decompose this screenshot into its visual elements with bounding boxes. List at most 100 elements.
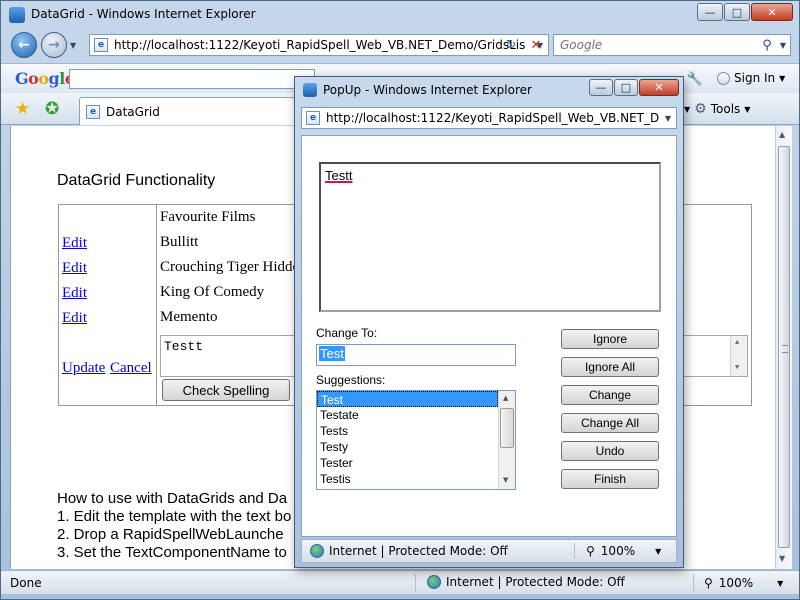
back-arrow-icon[interactable]: ← [11, 32, 37, 58]
zoom-dropdown-icon[interactable]: ▼ [777, 579, 783, 588]
page-menu-dropdown-icon[interactable]: ▼ [684, 105, 690, 114]
popup-minimize-button[interactable]: — [589, 79, 613, 96]
misspelled-word: Testt [325, 168, 353, 183]
ignore-all-button[interactable]: Ignore All [561, 357, 659, 377]
howto-line: 3. Set the TextComponentName to [57, 544, 287, 561]
recent-pages-dropdown-icon[interactable]: ▼ [70, 41, 76, 50]
suggestion-item[interactable]: Test [317, 391, 498, 407]
tab-label: DataGrid [106, 104, 160, 119]
zoom-control[interactable]: ⚲ 100% ▼ [704, 576, 783, 590]
howto-line: How to use with DataGrids and Da [57, 490, 288, 507]
ie-app-icon [303, 83, 317, 97]
status-bar: Done Internet | Protected Mode: Off ⚲ 10… [1, 570, 799, 594]
check-spelling-button[interactable]: Check Spelling [162, 379, 290, 401]
tools-dropdown-icon: ▼ [744, 104, 751, 114]
favorites-star-icon[interactable]: ★ [15, 99, 30, 119]
suggestion-item[interactable]: Tester [317, 455, 498, 471]
close-button[interactable]: ✕ [751, 3, 793, 21]
change-to-input[interactable]: Test [316, 344, 516, 366]
suggestions-list[interactable]: Test Testate Tests Testy Tester Testis ▲… [316, 390, 516, 490]
suggestion-item[interactable]: Testate [317, 407, 498, 423]
popup-titlebar[interactable]: PopUp - Windows Internet Explorer — □ ✕ [295, 77, 683, 103]
scroll-up-icon[interactable]: ▲ [735, 339, 739, 347]
finish-button[interactable]: Finish [561, 469, 659, 489]
popup-address-url[interactable]: http://localhost:1122/Keyoti_RapidSpell_… [326, 111, 660, 125]
ie-app-icon [9, 7, 25, 23]
minimize-button[interactable]: — [697, 3, 723, 21]
sign-in-dropdown-icon[interactable]: ▼ [779, 74, 785, 83]
film-edit-value: Testt [164, 339, 204, 354]
popup-address-field[interactable]: e http://localhost:1122/Keyoti_RapidSpel… [301, 107, 677, 129]
popup-security-zone[interactable]: Internet | Protected Mode: Off [310, 544, 508, 558]
textarea-scrollbar[interactable]: ▲ ▼ [730, 336, 747, 376]
address-field[interactable]: e http://localhost:1122/Keyoti_RapidSpel… [89, 34, 549, 56]
main-titlebar[interactable]: DataGrid - Windows Internet Explorer — □… [1, 1, 799, 29]
zoom-label: 100% [718, 576, 754, 590]
grid-cell-film: Bullitt [160, 234, 199, 250]
popup-maximize-button[interactable]: □ [614, 79, 638, 96]
popup-address-dropdown-icon[interactable]: ▼ [660, 114, 676, 123]
grid-column-divider [156, 205, 157, 405]
address-toolbar: ← → ▼ e http://localhost:1122/Keyoti_Rap… [1, 29, 799, 63]
add-favorite-icon[interactable]: ✪ [45, 99, 59, 119]
spellcheck-popup-window: PopUp - Windows Internet Explorer — □ ✕ … [294, 76, 684, 568]
change-to-label: Change To: [316, 326, 378, 340]
scrollbar-thumb[interactable] [500, 408, 514, 448]
popup-zoom-control[interactable]: ⚲ 100% ▼ [586, 544, 661, 558]
security-zone-label: Internet | Protected Mode: Off [446, 575, 625, 589]
scroll-up-icon[interactable]: ▲ [503, 394, 508, 402]
ignore-button[interactable]: Ignore [561, 329, 659, 349]
edit-link-bullitt[interactable]: Edit [62, 235, 87, 252]
grid-cell-film: Crouching Tiger Hidde [160, 259, 300, 275]
search-field[interactable]: ⚲ ▼ [553, 34, 791, 56]
scroll-down-icon[interactable]: ▼ [503, 476, 508, 484]
change-all-button[interactable]: Change All [561, 413, 659, 433]
sign-in-label: Sign In [734, 71, 776, 85]
sign-in-icon [717, 71, 730, 85]
edit-link-memento[interactable]: Edit [62, 310, 87, 327]
tab-datagrid[interactable]: e DataGrid [79, 97, 295, 125]
tools-label: Tools [710, 102, 741, 116]
scrollbar-thumb[interactable] [778, 146, 790, 548]
suggestions-label: Suggestions: [316, 373, 386, 387]
stop-icon[interactable]: ✕ [526, 35, 546, 55]
suggestions-scrollbar[interactable]: ▲ ▼ [498, 391, 515, 489]
page-scrollbar[interactable]: ▲ ▼ [775, 126, 792, 569]
edit-link-king-of-comedy[interactable]: Edit [62, 285, 87, 302]
tools-menu[interactable]: ▼ ⚙ Tools ▼ [684, 101, 750, 117]
popup-close-button[interactable]: ✕ [639, 79, 679, 96]
undo-button[interactable]: Undo [561, 441, 659, 461]
edit-link-crouching-tiger[interactable]: Edit [62, 260, 87, 277]
scroll-down-icon[interactable]: ▼ [735, 364, 739, 372]
suggestion-item[interactable]: Testy [317, 439, 498, 455]
maximize-button[interactable]: □ [724, 3, 750, 21]
popup-content: Testt Change To: Test Suggestions: Test … [301, 135, 677, 537]
google-search-input[interactable] [69, 69, 315, 89]
zoom-dropdown-icon[interactable]: ▼ [655, 547, 661, 556]
status-separator [574, 543, 575, 559]
grid-header-favourite-films: Favourite Films [160, 209, 256, 225]
zoom-icon: ⚲ [586, 544, 595, 558]
page-icon: e [306, 111, 320, 125]
suggestion-item[interactable]: Testis [317, 471, 498, 487]
refresh-icon[interactable]: ↻ [501, 35, 521, 55]
wrench-icon[interactable]: 🔧 [685, 69, 705, 89]
sign-in-button[interactable]: Sign In ▼ [717, 71, 785, 85]
globe-icon [310, 544, 324, 558]
howto-line: 2. Drop a RapidSpellWebLaunche [57, 526, 284, 543]
change-to-value: Test [319, 346, 345, 361]
update-link[interactable]: Update [62, 360, 105, 377]
window-controls: — □ ✕ [697, 3, 793, 21]
forward-arrow-icon[interactable]: → [41, 32, 67, 58]
search-input[interactable] [554, 36, 758, 54]
popup-zoom-label: 100% [600, 544, 636, 558]
search-dropdown-icon[interactable]: ▼ [776, 41, 790, 50]
address-url[interactable]: http://localhost:1122/Keyoti_RapidSpell_… [114, 38, 532, 52]
suggestion-item[interactable]: Tests [317, 423, 498, 439]
scroll-up-icon[interactable]: ▲ [779, 130, 785, 139]
search-icon[interactable]: ⚲ [758, 38, 776, 53]
scroll-down-icon[interactable]: ▼ [779, 554, 785, 563]
cancel-link[interactable]: Cancel [110, 360, 152, 377]
security-zone[interactable]: Internet | Protected Mode: Off [427, 575, 625, 589]
change-button[interactable]: Change [561, 385, 659, 405]
